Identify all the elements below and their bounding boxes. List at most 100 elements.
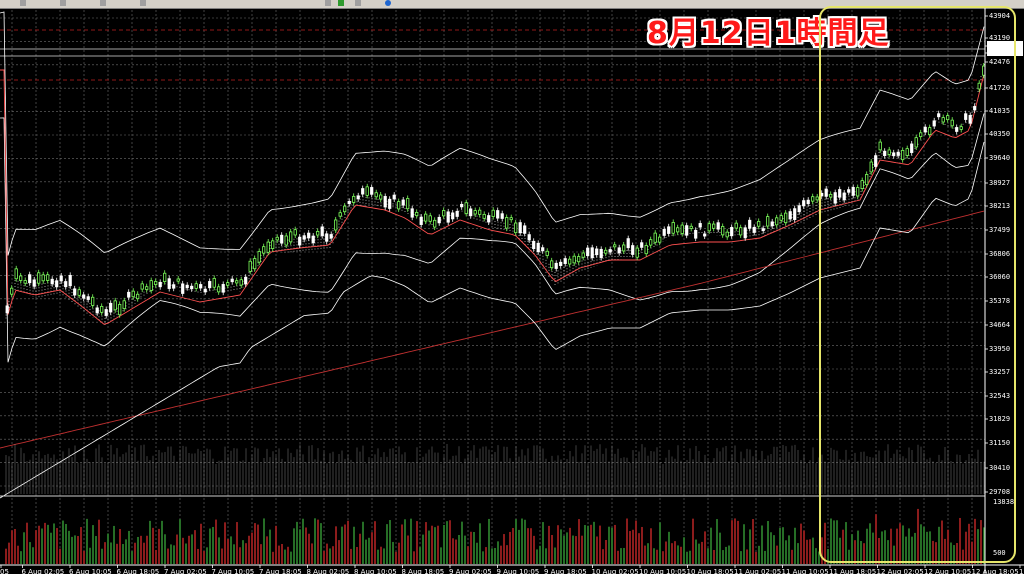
candle-body	[338, 212, 342, 217]
candle-body	[608, 249, 612, 253]
candle-body	[748, 219, 752, 229]
candle-body	[685, 225, 689, 236]
time-tick-label: 10 Aug 18:05	[687, 568, 734, 574]
candle-body	[334, 219, 338, 231]
toolbar-icon[interactable]	[100, 0, 106, 6]
candle-body	[383, 196, 387, 208]
candle-body	[473, 210, 477, 215]
candle-body	[379, 194, 383, 200]
toolbar-icon[interactable]	[325, 0, 331, 6]
candle-body	[640, 242, 644, 248]
candle-body	[194, 283, 198, 289]
time-tick-label: 6 Aug 18:05	[117, 568, 160, 574]
candle-body	[680, 224, 684, 234]
candle-body	[644, 245, 648, 255]
time-tick-label: 9 Aug 18:05	[544, 568, 587, 574]
candle-body	[221, 284, 225, 293]
candle-body	[455, 210, 459, 217]
candle-body	[212, 278, 216, 288]
candle-body	[293, 229, 297, 236]
time-tick-label: 11 Aug 02:05	[734, 568, 781, 574]
candle-body	[392, 194, 396, 200]
candle-body	[289, 231, 293, 243]
candle-body	[716, 222, 720, 230]
candle-body	[460, 203, 464, 208]
candle-body	[793, 208, 797, 220]
toolbar-icon[interactable]	[60, 0, 66, 6]
candle-body	[527, 234, 531, 241]
candle-body	[374, 192, 378, 198]
candle-body	[356, 195, 360, 200]
candle-body	[127, 291, 131, 298]
candle-body	[514, 222, 518, 234]
candle-body	[41, 274, 45, 282]
candle-body	[203, 288, 207, 293]
candle-body	[586, 247, 590, 256]
candle-body	[82, 294, 86, 299]
candle-body	[604, 249, 608, 254]
candle-body	[595, 248, 599, 256]
candle-body	[599, 248, 603, 258]
candle-body	[185, 284, 189, 289]
candle-body	[811, 196, 815, 202]
toolbar-icon[interactable]	[140, 0, 146, 6]
candle-body	[46, 274, 50, 281]
toolbar-icon[interactable]	[355, 0, 361, 6]
candle-body	[163, 272, 167, 283]
time-tick-label: 10 Aug 02:05	[592, 568, 639, 574]
candle-body	[230, 278, 234, 283]
candle-body	[329, 234, 333, 239]
candle-body	[347, 200, 351, 205]
candle-body	[172, 284, 176, 289]
time-tick-label: 10 Aug 10:05	[639, 568, 686, 574]
candle-body	[181, 283, 185, 294]
candle-body	[698, 223, 702, 228]
candle-body	[248, 260, 252, 272]
candle-body	[307, 232, 311, 239]
crosshair-icon[interactable]	[338, 0, 344, 6]
time-tick-label: 8 Aug 10:05	[354, 568, 397, 574]
time-tick-label: 11 Aug 18:05	[829, 568, 876, 574]
candle-body	[109, 302, 113, 313]
candle-body	[532, 240, 536, 250]
candle-body	[631, 245, 635, 255]
candle-body	[496, 210, 500, 219]
candle-body	[167, 278, 171, 289]
candle-body	[32, 279, 36, 287]
candle-body	[788, 211, 792, 220]
candle-body	[523, 225, 527, 234]
candle-body	[370, 187, 374, 195]
candle-body	[707, 223, 711, 232]
time-axis-labels: 05 6 Aug 02:05 6 Aug 10:05 6 Aug 18:05 7 Aug…	[0, 565, 1024, 574]
toolbar-icon[interactable]	[20, 0, 26, 6]
candle-body	[59, 275, 63, 282]
candle-body	[482, 213, 486, 219]
candle-body	[806, 199, 810, 205]
info-icon[interactable]	[385, 0, 391, 6]
candle-body	[784, 212, 788, 224]
candle-body	[91, 296, 95, 306]
candle-body	[766, 216, 770, 227]
candle-body	[428, 215, 432, 222]
highlight-box	[819, 6, 1016, 563]
candle-body	[424, 213, 428, 222]
time-tick-label: 9 Aug 02:05	[449, 568, 492, 574]
candle-body	[622, 244, 626, 252]
candle-body	[617, 247, 621, 254]
candle-body	[721, 226, 725, 236]
candle-body	[536, 242, 540, 253]
candle-body	[50, 278, 54, 285]
candle-body	[140, 283, 144, 290]
time-tick-label: 7 Aug 02:05	[164, 568, 207, 574]
candle-body	[725, 231, 729, 238]
candle-body	[5, 305, 9, 314]
candle-body	[577, 256, 581, 263]
candle-body	[365, 186, 369, 196]
time-tick-label: 7 Aug 18:05	[259, 568, 302, 574]
candle-body	[55, 280, 59, 288]
candle-body	[779, 215, 783, 221]
candle-body	[113, 300, 117, 311]
candle-body	[743, 227, 747, 239]
candle-body	[415, 212, 419, 216]
time-tick-label: 9 Aug 10:05	[497, 568, 540, 574]
